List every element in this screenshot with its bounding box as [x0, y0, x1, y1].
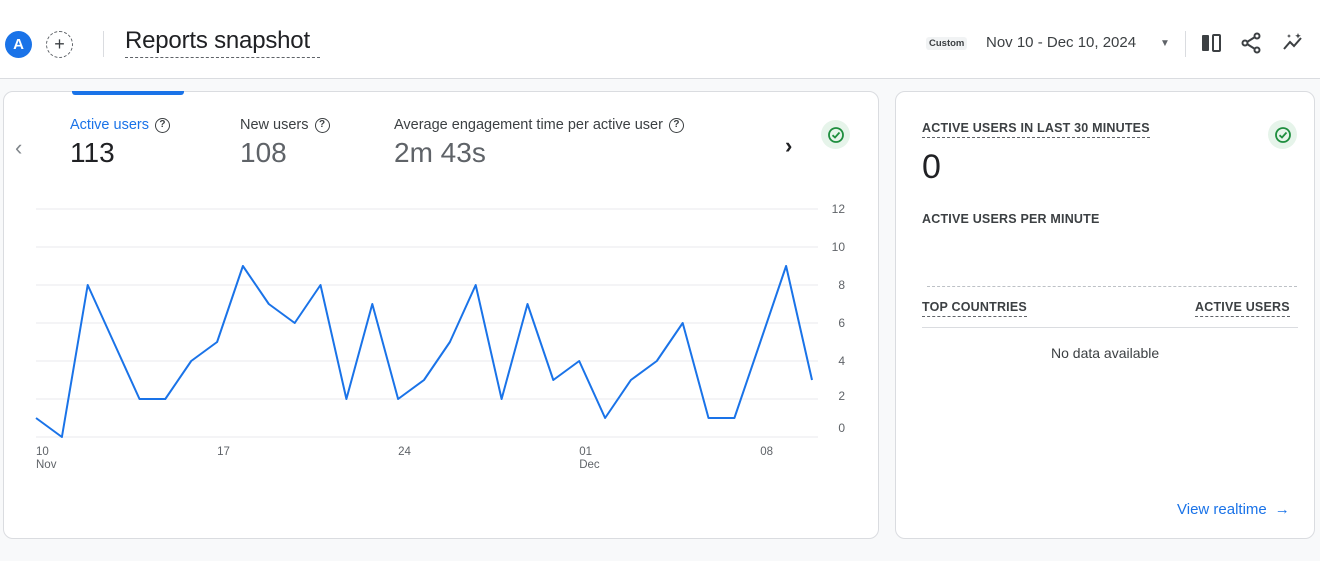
x-tick-month-label: Nov — [36, 459, 57, 471]
view-realtime-text: View realtime — [1177, 501, 1267, 518]
col-header-active-users-text: ACTIVE USERS — [1195, 300, 1290, 317]
per-minute-empty-chart — [927, 286, 1297, 287]
series-line-active-users — [35, 265, 813, 438]
y-tick-label: 4 — [838, 354, 845, 368]
no-data-message: No data available — [1051, 345, 1160, 361]
table-divider — [922, 327, 1298, 328]
y-tick-label: 2 — [838, 389, 845, 403]
y-tick-label: 12 — [832, 202, 846, 216]
y-tick-label: 0 — [838, 421, 845, 435]
arrow-right-icon: → — [1274, 501, 1290, 518]
realtime-users-value: 0 — [922, 148, 941, 186]
x-tick-month-label: Dec — [579, 459, 600, 471]
x-tick-label: 08 — [760, 446, 773, 458]
y-tick-label: 10 — [832, 240, 846, 254]
x-tick-label: 24 — [398, 446, 411, 458]
col-header-countries-text: TOP COUNTRIES — [922, 300, 1027, 317]
y-tick-label: 8 — [838, 278, 845, 292]
x-tick-label: 10 — [36, 446, 49, 458]
realtime-title-text: ACTIVE USERS IN LAST 30 MINUTES — [922, 121, 1150, 138]
y-tick-label: 6 — [838, 316, 845, 330]
col-header-countries[interactable]: TOP COUNTRIES — [922, 300, 1027, 317]
realtime-check-icon[interactable] — [1268, 120, 1297, 149]
view-realtime-link[interactable]: View realtime → — [1177, 501, 1290, 518]
realtime-title[interactable]: ACTIVE USERS IN LAST 30 MINUTES — [922, 121, 1150, 138]
x-tick-label: 17 — [217, 446, 230, 458]
x-tick-label: 01 — [579, 446, 592, 458]
col-header-active-users[interactable]: ACTIVE USERS — [1195, 300, 1290, 317]
per-minute-label: ACTIVE USERS PER MINUTE — [922, 212, 1100, 226]
